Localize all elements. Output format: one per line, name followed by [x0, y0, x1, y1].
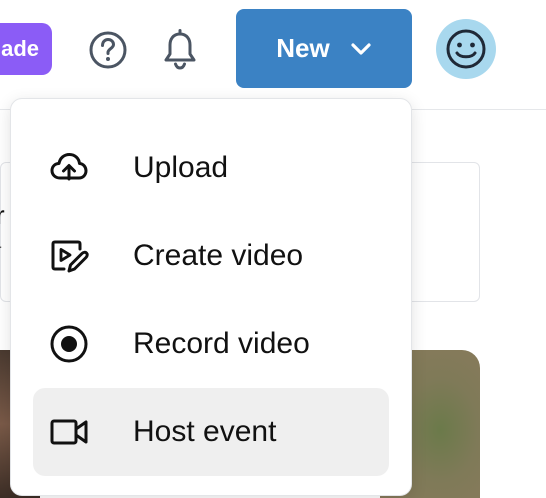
menu-item-host-event[interactable]: Host event — [33, 388, 389, 476]
top-bar: ade New — [0, 0, 546, 110]
cloud-upload-icon — [49, 148, 89, 188]
bell-icon — [164, 29, 196, 70]
upgrade-button-label: ade — [1, 36, 39, 61]
upgrade-button[interactable]: ade — [0, 23, 52, 75]
chevron-down-icon — [350, 42, 372, 56]
video-camera-icon — [49, 412, 89, 452]
menu-item-label: Create video — [133, 239, 304, 272]
record-icon — [49, 324, 89, 364]
menu-item-upload[interactable]: Upload — [33, 124, 389, 212]
smiley-avatar-icon — [446, 29, 486, 69]
menu-item-create-video[interactable]: Create video — [33, 212, 389, 300]
menu-item-label: Record video — [133, 327, 310, 360]
card-title-fragment: r — [0, 200, 5, 230]
menu-item-label: Host event — [133, 415, 277, 448]
avatar[interactable] — [436, 19, 496, 79]
card-subtitle-fragment: - — [0, 236, 2, 257]
video-edit-icon — [49, 236, 89, 276]
menu-item-record-video[interactable]: Record video — [33, 300, 389, 388]
notifications-button[interactable] — [158, 28, 202, 72]
help-button[interactable] — [86, 28, 130, 72]
new-dropdown-menu: Upload Create video Record video Host ev… — [10, 98, 412, 496]
help-circle-icon — [89, 31, 127, 69]
new-button-label: New — [276, 33, 330, 63]
menu-item-label: Upload — [133, 151, 229, 184]
new-button[interactable]: New — [236, 9, 412, 88]
